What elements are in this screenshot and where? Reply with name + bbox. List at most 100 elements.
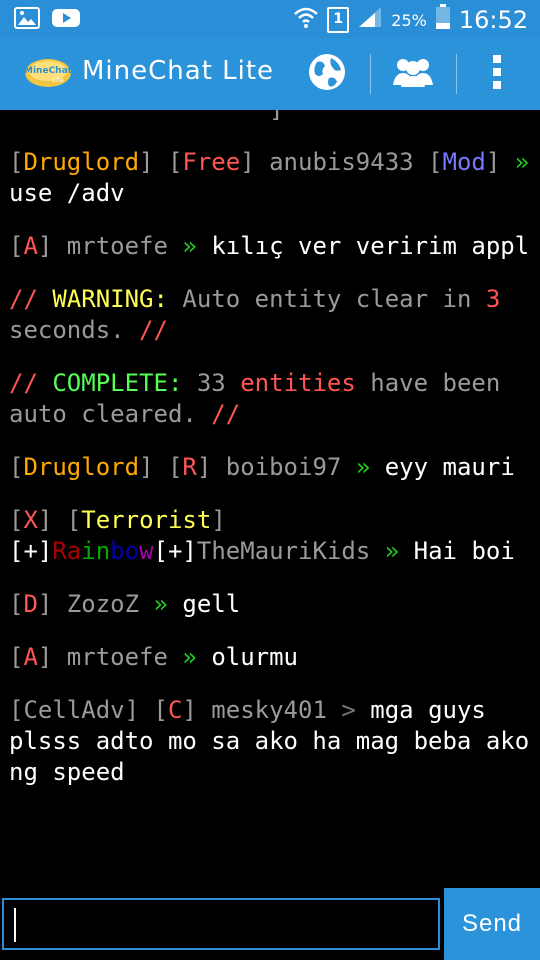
image-icon	[14, 7, 40, 33]
chat-message-segment: ]	[485, 148, 515, 176]
chat-message-segment: [	[9, 232, 24, 260]
action-divider	[456, 54, 457, 94]
chat-message-segment: gell	[182, 590, 241, 618]
chat-message-segment: A	[23, 232, 38, 260]
chat-message-segment: ] anubis9433	[240, 148, 429, 176]
chat-message-segment: Free	[182, 148, 241, 176]
input-bar: Send	[0, 888, 540, 960]
text-caret	[14, 908, 16, 942]
partial-line: ]	[9, 110, 283, 123]
chat-message-segment: TheMauriKids	[196, 537, 385, 565]
send-button[interactable]: Send	[444, 888, 540, 960]
chat-message-segment: 33	[196, 369, 241, 397]
chat-message-segment: »	[514, 148, 530, 176]
chat-message-segment: Druglord	[23, 453, 140, 481]
chat-message-segment: [	[9, 506, 24, 534]
svg-text:Lite: Lite	[52, 77, 63, 84]
battery-percent: 25%	[391, 10, 427, 30]
status-bar: 1 25% 16:52	[0, 0, 540, 38]
chat-message-segment: »	[182, 232, 212, 260]
chat-message-segment: //	[139, 316, 168, 344]
chat-message-segment: olurmu	[211, 643, 299, 671]
chat-message-segment: ] [	[37, 506, 82, 534]
chat-message-segment: C	[167, 696, 183, 724]
battery-icon	[435, 4, 451, 36]
action-bar: MineChat Lite MineChat Lite	[0, 38, 540, 110]
chat-message-segment: bo	[110, 537, 140, 565]
chat-message-segment: 3	[485, 285, 501, 313]
chat-message-segment: ]	[211, 506, 226, 534]
clock: 16:52	[458, 6, 528, 34]
chat-message-segment: [	[9, 148, 24, 176]
chat-message: [A] mrtoefe » kılıç ver veririm appl	[9, 231, 531, 262]
chat-message-segment: [	[9, 590, 24, 618]
chat-message-segment: »	[384, 537, 414, 565]
globe-button[interactable]	[302, 50, 352, 98]
chat-message-segment: WARNING:	[52, 285, 183, 313]
chat-message-segment: X	[23, 506, 38, 534]
chat-message-segment: [	[153, 696, 168, 724]
chat-message-segment: kılıç ver veririm appl	[211, 232, 530, 260]
chat-message-segment: ] mesky401	[182, 696, 342, 724]
chat-input[interactable]	[2, 898, 440, 950]
chat-message-segment: >	[341, 696, 371, 724]
sim-icon: 1	[327, 7, 350, 33]
chat-message-segment: [	[9, 453, 24, 481]
chat-message-segment: ] mrtoefe	[37, 643, 183, 671]
chat-message-segment: [	[428, 148, 443, 176]
chat-message-segment: »	[355, 453, 385, 481]
chat-message-segment: use /adv	[9, 179, 125, 207]
chat-message-segment: w	[139, 537, 154, 565]
chat-message-segment: »	[182, 643, 212, 671]
chat-message-segment: [	[9, 643, 24, 671]
chat-message: [CellAdv] [C] mesky401 > mga guys plsss …	[9, 695, 531, 788]
users-icon	[391, 55, 435, 93]
overflow-menu-button[interactable]	[472, 50, 522, 98]
chat-message-segment: A	[23, 643, 38, 671]
chat-message-segment: »	[153, 590, 183, 618]
chat-message-segment: ] boiboi97	[196, 453, 356, 481]
chat-message: // COMPLETE: 33 entities have been auto …	[9, 368, 531, 430]
wifi-icon	[293, 5, 319, 35]
chat-message-segment: ] mrtoefe	[37, 232, 183, 260]
chat-message: // WARNING: Auto entity clear in 3 secon…	[9, 284, 531, 346]
chat-message: [Druglord] [Free] anubis9433 [Mod] » use…	[9, 147, 531, 209]
users-button[interactable]	[388, 50, 438, 98]
partial-message: ]	[9, 110, 531, 125]
chat-message-segment: Terrorist	[81, 506, 212, 534]
chat-message-segment: [CellAdv]	[9, 696, 154, 724]
chat-message-segment: [+]	[153, 537, 197, 565]
chat-message-segment: eyy mauri	[384, 453, 515, 481]
chat-message-segment: Mod	[442, 148, 486, 176]
globe-icon	[307, 52, 347, 96]
chat-message: [D] ZozoZ » gell	[9, 589, 531, 620]
chat-message-segment: ] [	[139, 453, 183, 481]
chat-message-segment: COMPLETE:	[52, 369, 197, 397]
youtube-icon	[52, 7, 80, 33]
signal-icon	[357, 5, 383, 35]
chat-message-segment: D	[23, 590, 38, 618]
action-divider	[370, 54, 371, 94]
chat-message-segment: //	[211, 400, 241, 428]
chat-message-segment: ] [	[139, 148, 183, 176]
overflow-menu-icon	[492, 54, 502, 94]
chat-message-segment: Hai boi	[413, 537, 515, 565]
chat-message: [X] [Terrorist] [+]Rainbow[+]TheMauriKid…	[9, 505, 531, 567]
chat-message-segment: //	[9, 369, 53, 397]
chat-message-segment: //	[9, 285, 53, 313]
chat-message-segment: [+]	[9, 537, 53, 565]
chat-message-segment: Druglord	[23, 148, 140, 176]
chat-log[interactable]: ] [Druglord] [Free] anubis9433 [Mod] » u…	[0, 110, 540, 888]
chat-message-segment: in	[81, 537, 111, 565]
chat-messages: ] [Druglord] [Free] anubis9433 [Mod] » u…	[9, 110, 531, 810]
svg-text:MineChat: MineChat	[24, 66, 72, 76]
chat-message-segment: Ra	[52, 537, 82, 565]
chat-message: [A] mrtoefe » olurmu	[9, 642, 531, 673]
chat-message-segment: entities	[240, 369, 356, 397]
app-title: MineChat Lite	[82, 56, 275, 86]
app-logo: MineChat Lite	[24, 56, 73, 90]
chat-message-segment: Auto entity clear in	[182, 285, 486, 313]
chat-message: [Druglord] [R] boiboi97 » eyy mauri	[9, 452, 531, 483]
chat-message-segment: ] ZozoZ	[37, 590, 154, 618]
chat-message-segment: R	[182, 453, 197, 481]
